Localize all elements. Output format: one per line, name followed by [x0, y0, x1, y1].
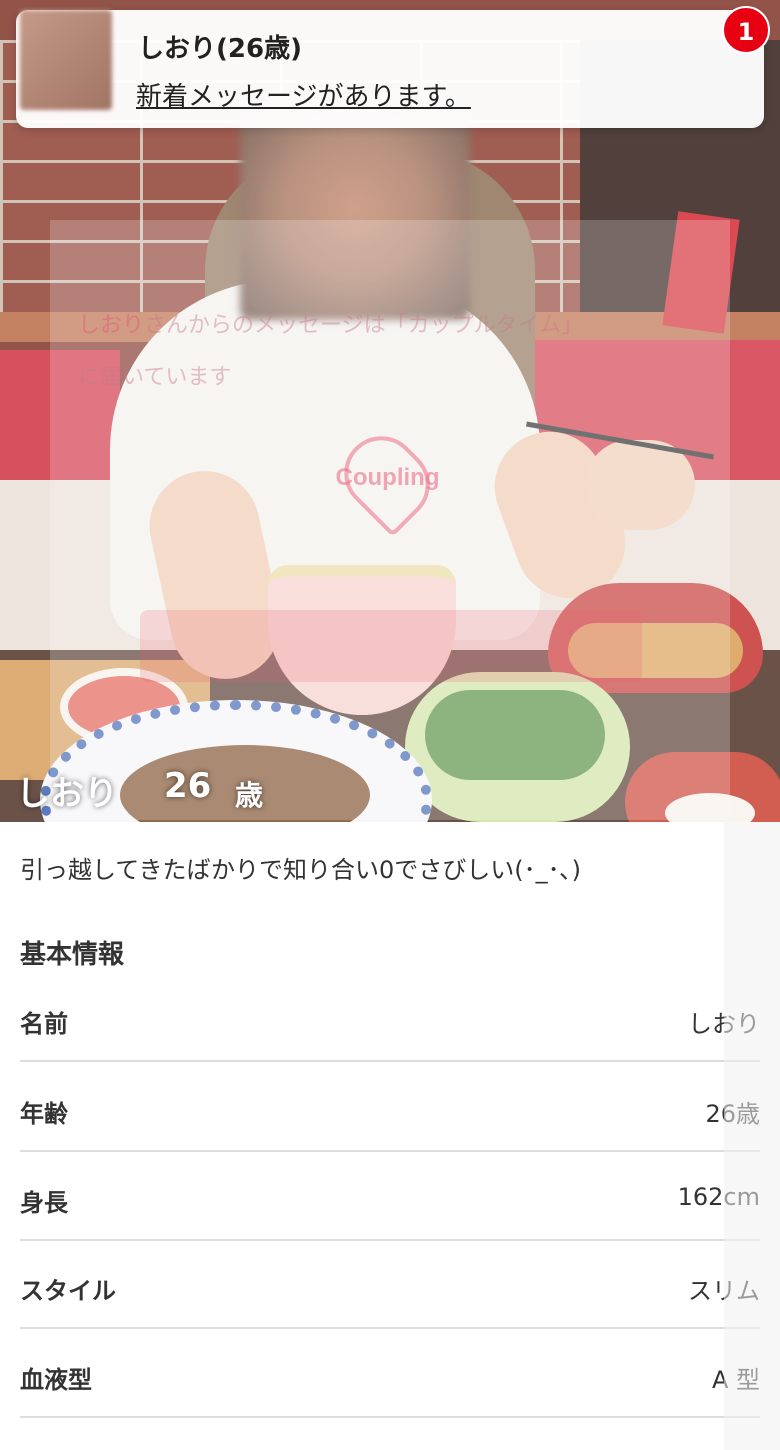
coupling-watermark: Coupling [300, 421, 475, 537]
info-label: 名前 [20, 1010, 68, 1038]
message-notification[interactable]: しおり(26歳) 新着メッセージがあります。 1 [16, 6, 770, 128]
overlay-notice: しおりさんからのメッセージは「カップルタイム」 に届いています [78, 300, 698, 404]
info-label: 血液型 [20, 1366, 92, 1394]
overlay-line2: に届いています [78, 365, 232, 390]
overlay-button [140, 610, 642, 682]
info-row-height: 身長 162cm [20, 1153, 760, 1241]
info-row-age: 年齢 26歳 [20, 1064, 760, 1152]
overlay-name: しおり [78, 313, 145, 338]
profile-age: 26 [164, 766, 212, 806]
basic-info-heading: 基本情報 [20, 940, 125, 970]
notification-title: しおり(26歳) [138, 34, 302, 64]
scroll-edge [724, 822, 780, 1450]
profile-details: 引っ越してきたばかりで知り合い0でさびしい(･_･､) 基本情報 名前 しおり … [0, 822, 780, 1450]
overlay-line1: さんからのメッセージは「カップルタイム」 [144, 313, 584, 338]
info-label: 身長 [20, 1189, 68, 1217]
avatar [20, 10, 112, 110]
info-label: 年齢 [20, 1100, 68, 1128]
watermark-text: Coupling [335, 464, 440, 491]
profile-age-unit: 歳 [235, 779, 264, 812]
info-label: スタイル [20, 1277, 116, 1305]
profile-bio: 引っ越してきたばかりで知り合い0でさびしい(･_･､) [20, 856, 582, 884]
unread-badge: 1 [722, 6, 770, 54]
info-row-blood-type: 血液型 A 型 [20, 1330, 760, 1418]
profile-name: しおり [16, 774, 118, 814]
info-row-name: 名前 しおり [20, 974, 760, 1062]
new-message-link[interactable]: 新着メッセージがあります。 [136, 76, 471, 113]
info-row-style: スタイル スリム [20, 1241, 760, 1329]
